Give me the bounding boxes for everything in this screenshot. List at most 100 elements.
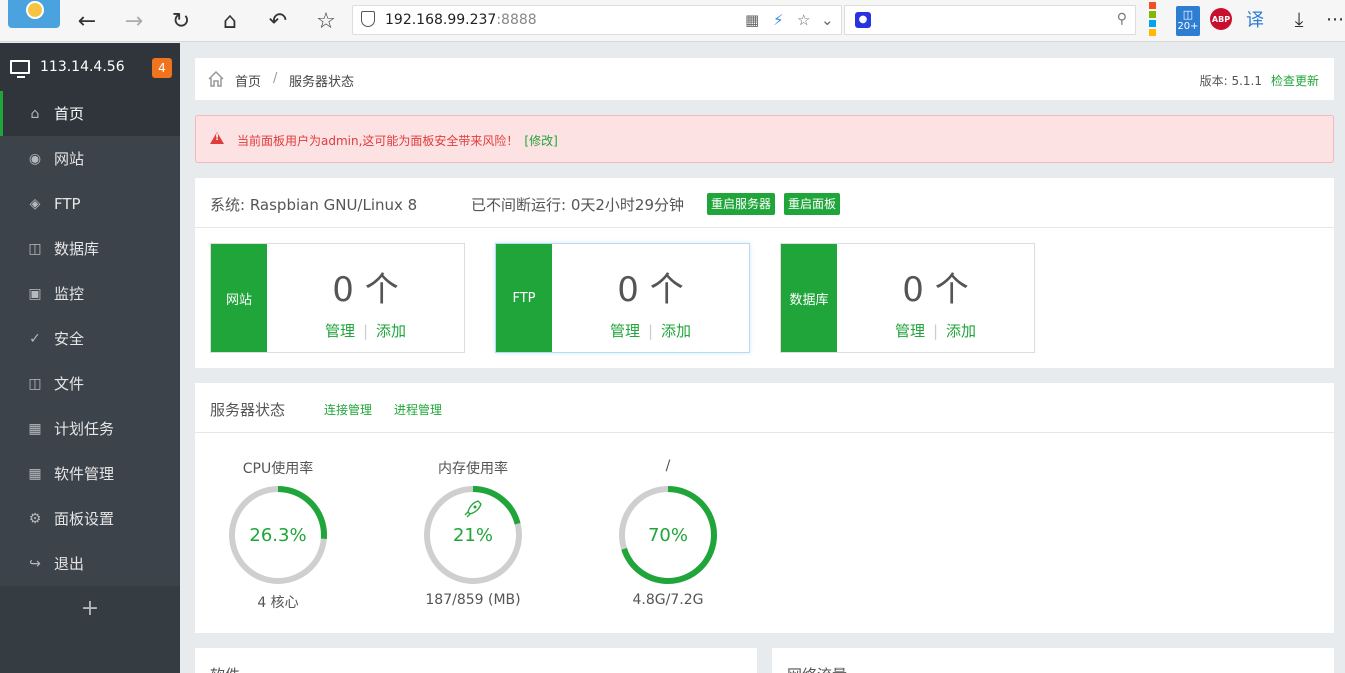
cpu-gauge[interactable]: CPU使用率 26.3% 4 核心: [218, 458, 338, 612]
sidebar-item-cron[interactable]: ▦ 计划任务: [0, 406, 180, 451]
gauge-value: 70%: [648, 525, 688, 546]
adblock-icon[interactable]: ABP: [1210, 8, 1232, 30]
add-link[interactable]: 添加: [376, 322, 406, 340]
system-panel: 系统: Raspbian GNU/Linux 8 已不间断运行: 0天2小时29…: [195, 178, 1334, 368]
extension-badge-icon[interactable]: ◫ 20+: [1176, 6, 1200, 36]
sidebar: 113.14.4.56 4 ⌂ 首页 ◉ 网站 ◈ FTP ◫ 数据库 ▣ 监控 ✓ 安全 …: [0, 43, 180, 673]
tab-favicon[interactable]: [8, 0, 60, 28]
sidebar-item-settings[interactable]: ⚙ 面板设置: [0, 496, 180, 541]
reload-icon[interactable]: ↻: [166, 6, 196, 36]
qr-icon[interactable]: ▦: [745, 11, 759, 29]
software-panel-title: 软件: [210, 664, 240, 673]
connections-link[interactable]: 连接管理: [324, 401, 372, 418]
sidebar-item-label: 计划任务: [54, 420, 115, 438]
alert-fix-link[interactable]: [修改]: [524, 134, 557, 148]
chevron-down-icon[interactable]: ⌄: [821, 11, 834, 29]
forward-icon[interactable]: →: [119, 6, 149, 36]
extension-badge-count: 20+: [1177, 21, 1199, 32]
action-divider: |: [932, 322, 939, 340]
manage-link[interactable]: 管理: [895, 322, 925, 340]
sidebar-item-home[interactable]: ⌂ 首页: [0, 91, 180, 136]
system-uptime: 已不间断运行: 0天2小时29分钟: [471, 196, 684, 214]
check-update-link[interactable]: 检查更新: [1271, 72, 1319, 89]
card-tag: FTP: [496, 244, 552, 352]
status-header: 服务器状态 连接管理 进程管理: [195, 383, 1334, 433]
gauge-ring: 26.3%: [229, 486, 327, 584]
home-icon: ⌂: [30, 105, 40, 122]
disk-gauge[interactable]: / 70% 4.8G/7.2G: [608, 458, 728, 608]
sidebar-item-database[interactable]: ◫ 数据库: [0, 226, 180, 271]
translate-icon[interactable]: 译: [1244, 8, 1266, 31]
download-icon[interactable]: ⤓: [1288, 7, 1310, 31]
sidebar-item-ftp[interactable]: ◈ FTP: [0, 181, 180, 226]
sidebar-item-label: 数据库: [54, 240, 100, 258]
add-link[interactable]: 添加: [661, 322, 691, 340]
back-icon[interactable]: ←: [72, 6, 102, 36]
sidebar-item-label: 退出: [54, 555, 85, 573]
restart-server-button[interactable]: 重启服务器: [707, 193, 776, 215]
calendar-icon: ▦: [28, 420, 42, 437]
shield-icon: ✓: [29, 330, 41, 347]
network-panel-title: 网络流量: [787, 664, 847, 673]
server-icon: [10, 60, 30, 78]
home-icon[interactable]: [207, 70, 225, 88]
add-shortcut-label: +: [80, 596, 100, 621]
sidebar-item-label: 文件: [54, 375, 85, 393]
gauge-value: 26.3%: [249, 525, 306, 546]
sidebar-item-security[interactable]: ✓ 安全: [0, 316, 180, 361]
sidebar-item-label: 软件管理: [54, 465, 115, 483]
sidebar-item-monitor[interactable]: ▣ 监控: [0, 271, 180, 316]
star-icon[interactable]: ☆: [311, 6, 341, 36]
breadcrumb-home[interactable]: 首页: [235, 71, 261, 90]
gauge-title: /: [665, 458, 671, 474]
adblock-label: ABP: [1211, 14, 1231, 24]
network-panel: 网络流量: [772, 648, 1334, 673]
sidebar-item-label: 网站: [54, 150, 85, 168]
bookmark-star-icon[interactable]: ☆: [797, 11, 810, 29]
manage-link[interactable]: 管理: [325, 322, 355, 340]
browser-toolbar: ← → ↻ ⌂ ↶ ☆ 192.168.99.237:8888 ▦ ⚡ ☆ ⌄ …: [0, 0, 1345, 42]
sidebar-item-files[interactable]: ◫ 文件: [0, 361, 180, 406]
site-info-icon[interactable]: [361, 11, 375, 27]
software-panel: 软件: [195, 648, 757, 673]
home-icon[interactable]: ⌂: [215, 6, 245, 36]
sidebar-nav: ⌂ 首页 ◉ 网站 ◈ FTP ◫ 数据库 ▣ 监控 ✓ 安全 ◫ 文件 ▦ 计划任务 ▦ 软件管…: [0, 91, 180, 586]
restart-panel-button[interactable]: 重启面板: [784, 193, 841, 215]
server-header: 113.14.4.56 4: [0, 43, 180, 91]
sidebar-item-software[interactable]: ▦ 软件管理: [0, 451, 180, 496]
database-icon: ◫: [28, 240, 42, 257]
gauge-value: 21%: [453, 525, 493, 546]
address-url[interactable]: 192.168.99.237:8888: [385, 12, 537, 28]
database-card: 数据库 0 个 管理 | 添加: [780, 243, 1035, 353]
add-shortcut-button[interactable]: +: [0, 586, 180, 631]
version-label: 版本: 5.1.1: [1199, 74, 1262, 88]
breadcrumb: 首页 / 服务器状态 版本: 5.1.1 检查更新: [195, 58, 1334, 100]
undo-icon[interactable]: ↶: [263, 6, 293, 36]
action-divider: |: [647, 322, 654, 340]
gauge-ring: 21%: [424, 486, 522, 584]
card-actions: 管理 | 添加: [837, 320, 1034, 341]
sidebar-item-logout[interactable]: ↪ 退出: [0, 541, 180, 586]
more-menu-icon[interactable]: ⋯: [1324, 8, 1345, 30]
sidebar-item-website[interactable]: ◉ 网站: [0, 136, 180, 181]
search-icon[interactable]: ⚲: [1117, 11, 1127, 27]
ftp-icon: ◈: [29, 195, 41, 212]
rocket-icon[interactable]: [464, 500, 482, 518]
logout-icon: ↪: [29, 555, 41, 572]
add-link[interactable]: 添加: [946, 322, 976, 340]
message-count-badge[interactable]: 4: [152, 58, 172, 78]
gear-icon: ⚙: [28, 510, 42, 527]
processes-link[interactable]: 进程管理: [394, 401, 442, 418]
address-bar[interactable]: 192.168.99.237:8888 ▦ ⚡ ☆ ⌄: [352, 5, 842, 35]
memory-gauge[interactable]: 内存使用率 21% 187/859 (MB): [413, 458, 533, 608]
search-box[interactable]: ● ⚲: [844, 5, 1136, 35]
action-divider: |: [362, 322, 369, 340]
gauge-subtitle: 4.8G/7.2G: [632, 592, 704, 608]
manage-link[interactable]: 管理: [610, 322, 640, 340]
lightning-icon[interactable]: ⚡: [773, 11, 784, 29]
card-tag: 数据库: [781, 244, 837, 352]
card-count: 0 个: [902, 270, 969, 310]
apps-grid-icon[interactable]: [1145, 2, 1167, 36]
sidebar-item-label: FTP: [54, 194, 81, 213]
monitor-icon: ▣: [28, 285, 42, 302]
